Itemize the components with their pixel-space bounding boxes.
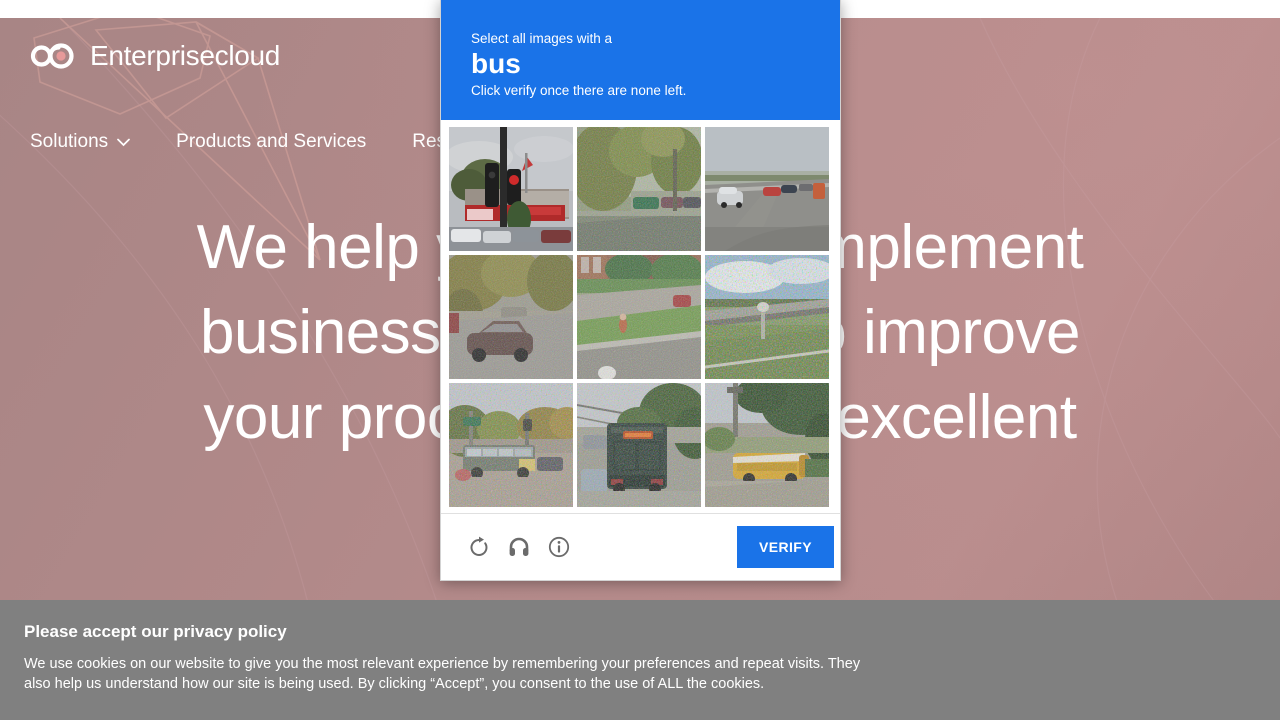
chevron-down-icon bbox=[117, 138, 131, 147]
headphones-icon[interactable] bbox=[499, 527, 539, 567]
nav-item-label: Solutions bbox=[30, 131, 109, 152]
info-icon[interactable] bbox=[539, 527, 579, 567]
cookie-consent-banner: Please accept our privacy policy We use … bbox=[0, 600, 1280, 720]
nav-item-label: Products and Services bbox=[176, 131, 367, 152]
captcha-footer: VERIFY bbox=[441, 513, 840, 580]
captcha-tile[interactable] bbox=[705, 255, 829, 379]
verify-button[interactable]: VERIFY bbox=[737, 526, 834, 568]
captcha-tile[interactable] bbox=[577, 255, 701, 379]
captcha-tile-grid bbox=[441, 120, 840, 513]
captcha-tile[interactable] bbox=[705, 127, 829, 251]
captcha-tile[interactable] bbox=[449, 127, 573, 251]
infinity-circle-dot-logo-icon bbox=[30, 43, 74, 69]
nav-item-products-and-services[interactable]: Products and Services bbox=[176, 131, 366, 153]
captcha-prompt-prefix: Select all images with a bbox=[471, 31, 613, 46]
reload-icon[interactable] bbox=[459, 527, 499, 567]
captcha-header: Select all images with a bus Click verif… bbox=[441, 0, 840, 120]
cookie-banner-text: We use cookies on our website to give yo… bbox=[24, 656, 861, 692]
brand-name: Enterprisecloud bbox=[90, 40, 281, 71]
captcha-tile[interactable] bbox=[577, 127, 701, 251]
captcha-tile[interactable] bbox=[449, 255, 573, 379]
cookie-banner-title: Please accept our privacy policy bbox=[24, 622, 287, 641]
captcha-tile[interactable] bbox=[449, 383, 573, 507]
image-captcha-dialog: Select all images with a bus Click verif… bbox=[440, 0, 841, 581]
nav-item-solutions[interactable]: Solutions bbox=[30, 131, 131, 153]
captcha-target-object: bus bbox=[471, 48, 521, 79]
captcha-tile[interactable] bbox=[577, 383, 701, 507]
captcha-tile[interactable] bbox=[705, 383, 829, 507]
captcha-instruction: Click verify once there are none left. bbox=[471, 83, 687, 98]
